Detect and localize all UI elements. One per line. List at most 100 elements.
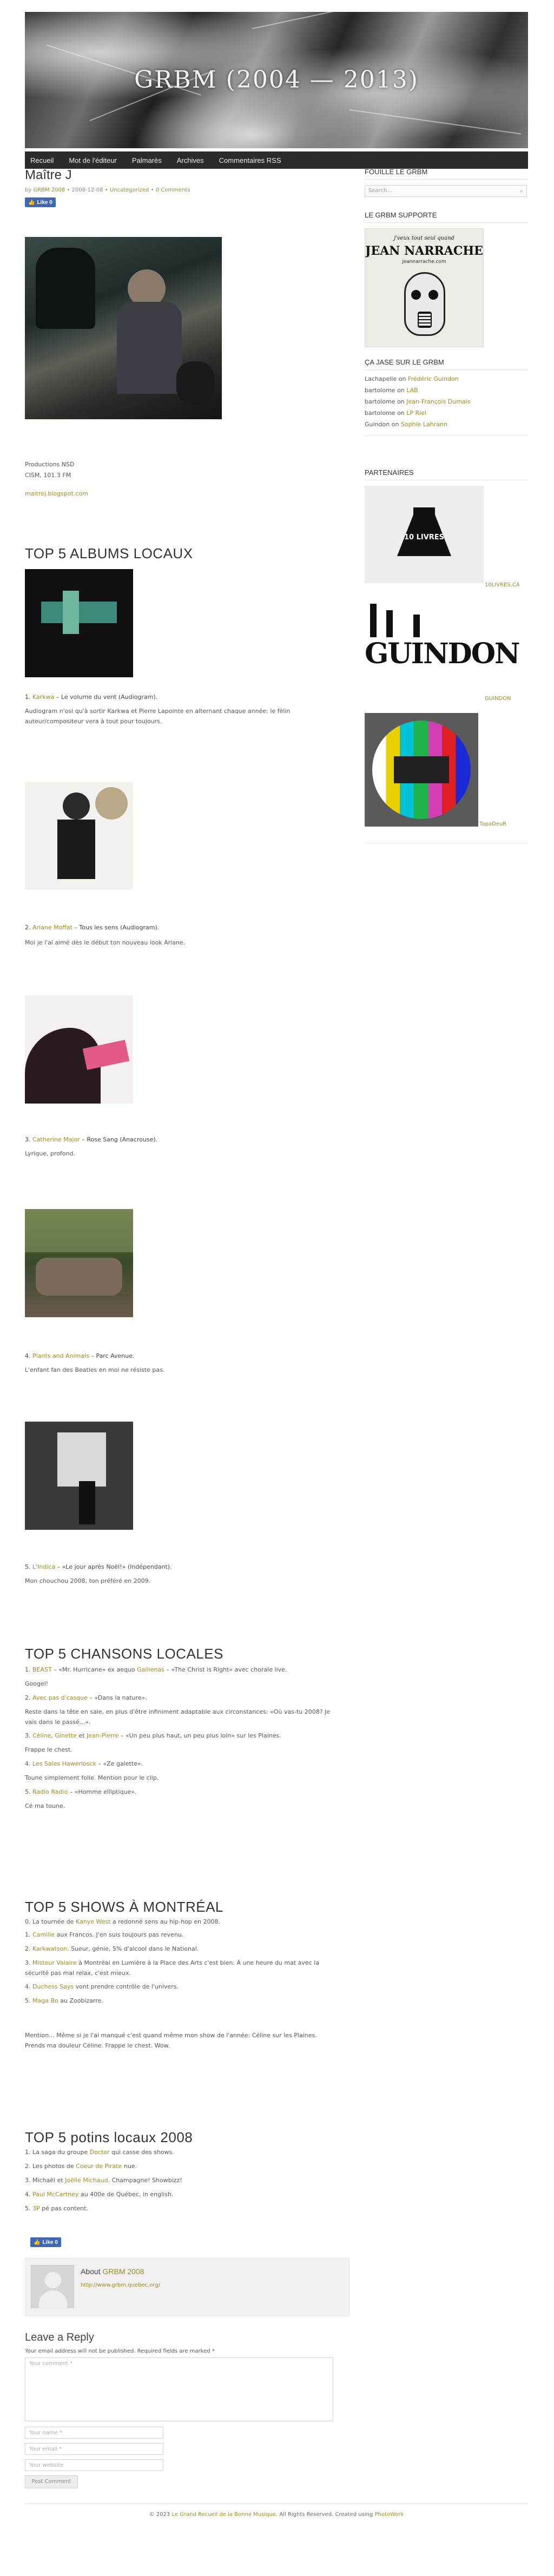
comment-on-label: on <box>397 387 405 394</box>
song-text: – «Mr. Hurricane» ex aequo <box>51 1666 137 1673</box>
jean-narrache-poster[interactable]: j'veux tout seul quand JEAN NARRACHE jea… <box>365 228 484 347</box>
gossip-link[interactable]: 3P <box>32 2205 40 2212</box>
partner-link[interactable]: GUINDON <box>485 696 511 702</box>
comment-post-link[interactable]: LP Riel <box>406 409 426 417</box>
artist-link[interactable]: Jean-Pierre <box>87 1732 118 1739</box>
song-comment: Frappe le chest. <box>25 1745 339 1755</box>
meta-by-label: by <box>25 187 32 193</box>
cover-stripe <box>41 602 117 623</box>
post-comment-button[interactable]: Post Comment <box>25 2475 78 2488</box>
cover-window <box>57 1432 106 1487</box>
comment-post-link[interactable]: Jean-François Dumais <box>406 398 470 405</box>
song-line: 1. BEAST – «Mr. Hurricane» ex aequo Gall… <box>25 1665 339 1675</box>
comment-post-link[interactable]: Frédéric Guindon <box>408 375 459 382</box>
artist-link[interactable]: Avec pas d'casque <box>32 1694 88 1701</box>
gossip-link[interactable]: Coeur de Pirate <box>76 2163 122 2170</box>
gossip-text: La saga du groupe <box>32 2149 90 2156</box>
comment-author: Lachapelle <box>365 375 397 382</box>
author-url-link[interactable]: http://www.grbm.quebec.org/ <box>81 2282 160 2288</box>
artist-link[interactable]: Les Sales Hawerlosck <box>32 1760 96 1767</box>
gossip-rank: 1. <box>25 2149 31 2156</box>
album-line: 1. Karkwa – Le volume du vent (Audiogram… <box>25 692 349 703</box>
name-field[interactable]: Your name * <box>25 2427 163 2439</box>
partner-logo-guindon[interactable]: GUINDON <box>365 599 520 697</box>
comment-textarea[interactable]: Your comment * <box>25 2357 333 2421</box>
avatar-head <box>45 2272 61 2288</box>
post-meta: by GRBM 2008 • 2008-12-08 • Uncategorize… <box>25 187 349 193</box>
album-artist-link[interactable]: Ariane Moffat <box>32 924 72 931</box>
comment-post-link[interactable]: LAB <box>406 387 418 394</box>
artist-link[interactable]: Duchess Says <box>32 1983 74 1990</box>
song-rank: 1. <box>25 1666 31 1673</box>
footer-site-link[interactable]: Le Grand Recueil de la Bonne Musique <box>172 2512 276 2518</box>
partner-link[interactable]: 10LIVRES.CA <box>485 582 520 588</box>
comments-count-link[interactable]: 0 Comments <box>156 187 190 193</box>
artist-link[interactable]: BEAST <box>32 1666 52 1673</box>
category-link[interactable]: Uncategorized <box>110 187 149 193</box>
author-link[interactable]: GRBM 2008 <box>33 187 65 193</box>
meta-separator: • <box>150 187 154 193</box>
email-field[interactable]: Your email * <box>25 2443 163 2455</box>
gossip-rank: 2. <box>25 2163 31 2170</box>
album-line: 5. L'Indica – «Le jour après Noël!» (Ind… <box>25 1562 349 1573</box>
artist-link[interactable]: Ginette <box>55 1732 77 1739</box>
song-rank: 5. <box>25 1788 31 1795</box>
show-text: vont prendre contrôle de l'univers. <box>74 1983 179 1990</box>
show-line: 4. Duchess Says vont prendre contrôle de… <box>25 1982 339 1992</box>
partner-link[interactable]: TapaDeuR <box>479 821 506 827</box>
person-body-shape <box>117 302 182 394</box>
artist-link[interactable]: Karkwatson <box>32 1945 67 1952</box>
artist-link[interactable]: Gallienas <box>137 1666 164 1673</box>
cover-figure <box>63 591 79 634</box>
song-comment: Reste dans la tête en sale, en plus d'êt… <box>25 1707 339 1727</box>
facebook-like-button[interactable]: 👍 Like 0 <box>30 2237 61 2247</box>
album-rank: 4. <box>25 1352 31 1359</box>
poster-mask <box>404 272 445 336</box>
post-date: • 2008-12-08 • <box>67 187 108 193</box>
author-name-link[interactable]: GRBM 2008 <box>102 2267 144 2276</box>
album-title: – Parc Avenue. <box>89 1352 135 1359</box>
search-input[interactable]: Search... ⌕ <box>365 185 527 197</box>
gossip-link[interactable]: Doctor <box>90 2149 110 2156</box>
recent-comment-item: Guindon on Sophie Lahrann <box>365 421 528 428</box>
album-artist-link[interactable]: Catherine Major <box>32 1136 80 1143</box>
artist-link[interactable]: Céline <box>32 1732 51 1739</box>
facebook-like-button[interactable]: 👍 Like 0 <box>25 197 56 207</box>
comment-on-label: on <box>391 421 399 428</box>
search-icon[interactable]: ⌕ <box>520 187 523 195</box>
website-field[interactable]: Your website <box>25 2459 163 2471</box>
footer-text: . All Rights Reserved. Created using <box>275 2512 375 2518</box>
partner-logo-10livres[interactable]: 10 LIVRES <box>365 486 484 583</box>
recent-comment-item: bartolome on LAB <box>365 387 528 394</box>
credit-line: Productions NSD <box>25 461 75 468</box>
shows-intro-text: 0. La tournée de <box>25 1918 76 1925</box>
album-artist-link[interactable]: L'Indica <box>32 1563 55 1570</box>
blog-link[interactable]: maitrej.blogspot.com <box>25 490 88 497</box>
gossip-link[interactable]: Paul McCartney <box>32 2191 78 2198</box>
supports-widget-title: LE GRBM SUPPORTE <box>365 211 528 223</box>
cover-body <box>57 820 95 879</box>
song-line: 5. Radio Radio – «Homme elliptique». <box>25 1787 339 1798</box>
artist-link[interactable]: Maga Bo <box>32 1997 58 2004</box>
album-line: 2. Ariane Moffat – Tous les sens (Audiog… <box>25 923 349 933</box>
album-artist-link[interactable]: Plants and Animals <box>32 1352 89 1359</box>
comment-author: Guindon <box>365 421 390 428</box>
album-rank: 1. <box>25 693 31 701</box>
comment-post-link[interactable]: Sophie Lahrann <box>401 421 447 428</box>
album-description: Moi je l'ai aimé dès le début ton nouvea… <box>25 939 186 946</box>
gossip-link[interactable]: Joëlle Michaud <box>65 2177 108 2184</box>
artist-link[interactable]: Kanye West <box>76 1918 111 1925</box>
album-description: Mon chouchou 2008, ton préféré en 2009. <box>25 1577 151 1584</box>
artist-link[interactable]: Radio Radio <box>32 1788 68 1795</box>
comment-on-label: on <box>398 375 406 382</box>
song-line: 4. Les Sales Hawerlosck – «Ze galette». <box>25 1759 339 1769</box>
gossip-text: au 400e de Québec, in english. <box>78 2191 174 2198</box>
footer-theme-link[interactable]: PhotoWork <box>374 2512 404 2518</box>
album-description: L'enfant fan des Beatles en moi ne résis… <box>25 1366 165 1373</box>
song-text: et <box>77 1732 87 1739</box>
album-artist-link[interactable]: Karkwa <box>32 693 54 701</box>
avatar-body <box>39 2290 67 2309</box>
partner-logo-tapadeur[interactable] <box>365 713 478 827</box>
artist-link[interactable]: Misteur Valaire <box>32 1959 77 1966</box>
artist-link[interactable]: Camille <box>32 1931 55 1938</box>
